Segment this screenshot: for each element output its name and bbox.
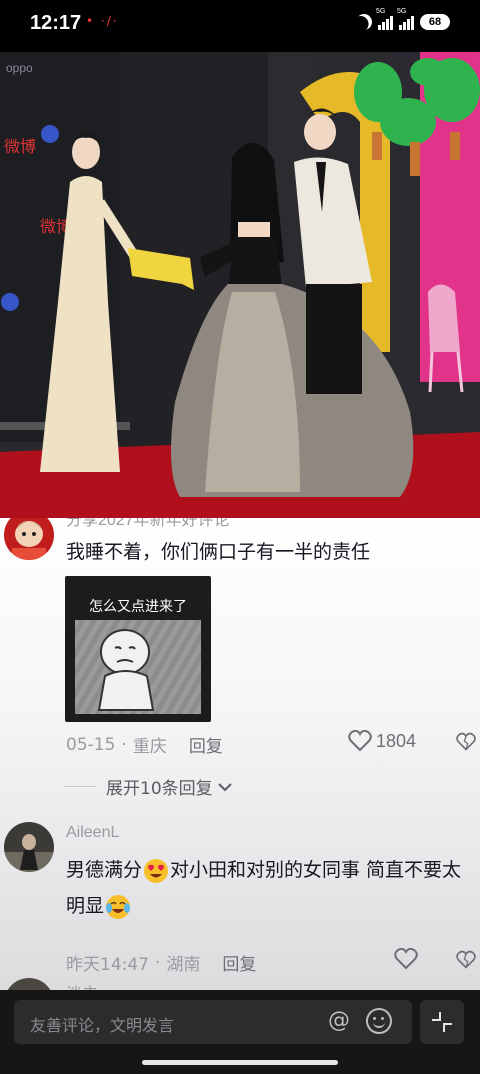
fullscreen-button[interactable] [420, 1000, 464, 1044]
like-count: 1804 [376, 730, 417, 751]
divider [64, 786, 96, 787]
comment-username[interactable]: 分享2027年新年好评论 [66, 518, 230, 530]
status-bar: 12:17 • ·/· 5G 5G 68 [0, 0, 480, 52]
comment-text: 我睡不着，你们俩口子有一半的责任 [66, 541, 371, 563]
comment-input[interactable]: 友善评论，文明发言 @ [14, 1000, 412, 1044]
avatar[interactable] [4, 518, 54, 560]
video-player[interactable]: oppo 微博 微博 [0, 52, 480, 522]
notification-icons: • ·/· [86, 14, 119, 28]
comment-sheet[interactable]: 分享2027年新年好评论 我睡不着，你们俩口子有一半的责任 怎么又点进来了 05… [0, 518, 480, 990]
comment-date: 昨天14:47 [66, 955, 149, 975]
like-button[interactable]: 1804 [348, 730, 416, 752]
comment-username[interactable]: AileenL [66, 824, 119, 842]
mention-icon[interactable]: @ [326, 1008, 352, 1034]
reply-button[interactable]: 回复 [189, 732, 223, 757]
network-label-2: 5G [397, 8, 407, 15]
emoji-icon[interactable] [366, 1008, 392, 1034]
video-frame: oppo 微博 微博 [0, 52, 480, 522]
heart-eyes-emoji [143, 858, 169, 884]
heart-icon [348, 730, 372, 752]
moon-icon [353, 11, 375, 33]
expand-replies-button[interactable]: 展开10条回复 [64, 774, 233, 799]
avatar[interactable] [4, 978, 54, 990]
expand-label: 展开10条回复 [106, 779, 213, 799]
comment-text-part1: 男德满分 [66, 859, 143, 881]
comment-input-bar: 友善评论，文明发言 @ [0, 990, 480, 1074]
broken-heart-icon[interactable] [456, 950, 476, 970]
tears-of-joy-emoji [105, 894, 131, 920]
svg-text:oppo: oppo [6, 61, 33, 75]
sticker-image [75, 620, 201, 714]
comment-meta: 05-15 · 重庆 回复 [66, 732, 223, 758]
status-time: 12:17 [30, 12, 82, 34]
broken-heart-icon[interactable] [456, 732, 476, 752]
svg-text:微博: 微博 [4, 137, 36, 156]
signal-icon: 5G [376, 8, 393, 30]
comment-input-placeholder: 友善评论，文明发言 [30, 1016, 175, 1035]
avatar[interactable] [4, 822, 54, 872]
comment-username[interactable]: 淡去 [66, 980, 98, 990]
collapse-arrows-icon [432, 1012, 452, 1032]
like-button[interactable] [394, 948, 422, 970]
home-indicator[interactable] [142, 1060, 338, 1065]
battery-icon: 68 [420, 14, 450, 30]
comment-text: 男德满分 对小田和对别的女同事 简直不要太明显 [66, 852, 462, 924]
network-label: 5G [376, 8, 386, 15]
comment-location: 湖南 [166, 955, 201, 975]
signal-icon-2: 5G [397, 8, 414, 30]
comment-date: 05-15 [66, 734, 116, 755]
comment-meta: 昨天14:47 · 湖南 回复 [66, 950, 256, 976]
comment-sticker[interactable]: 怎么又点进来了 [65, 576, 211, 722]
heart-icon [394, 948, 418, 970]
chevron-down-icon [217, 782, 232, 791]
reply-button[interactable]: 回复 [222, 950, 256, 975]
status-right: 5G 5G 68 [353, 8, 450, 33]
comment-location: 重庆 [132, 737, 167, 757]
